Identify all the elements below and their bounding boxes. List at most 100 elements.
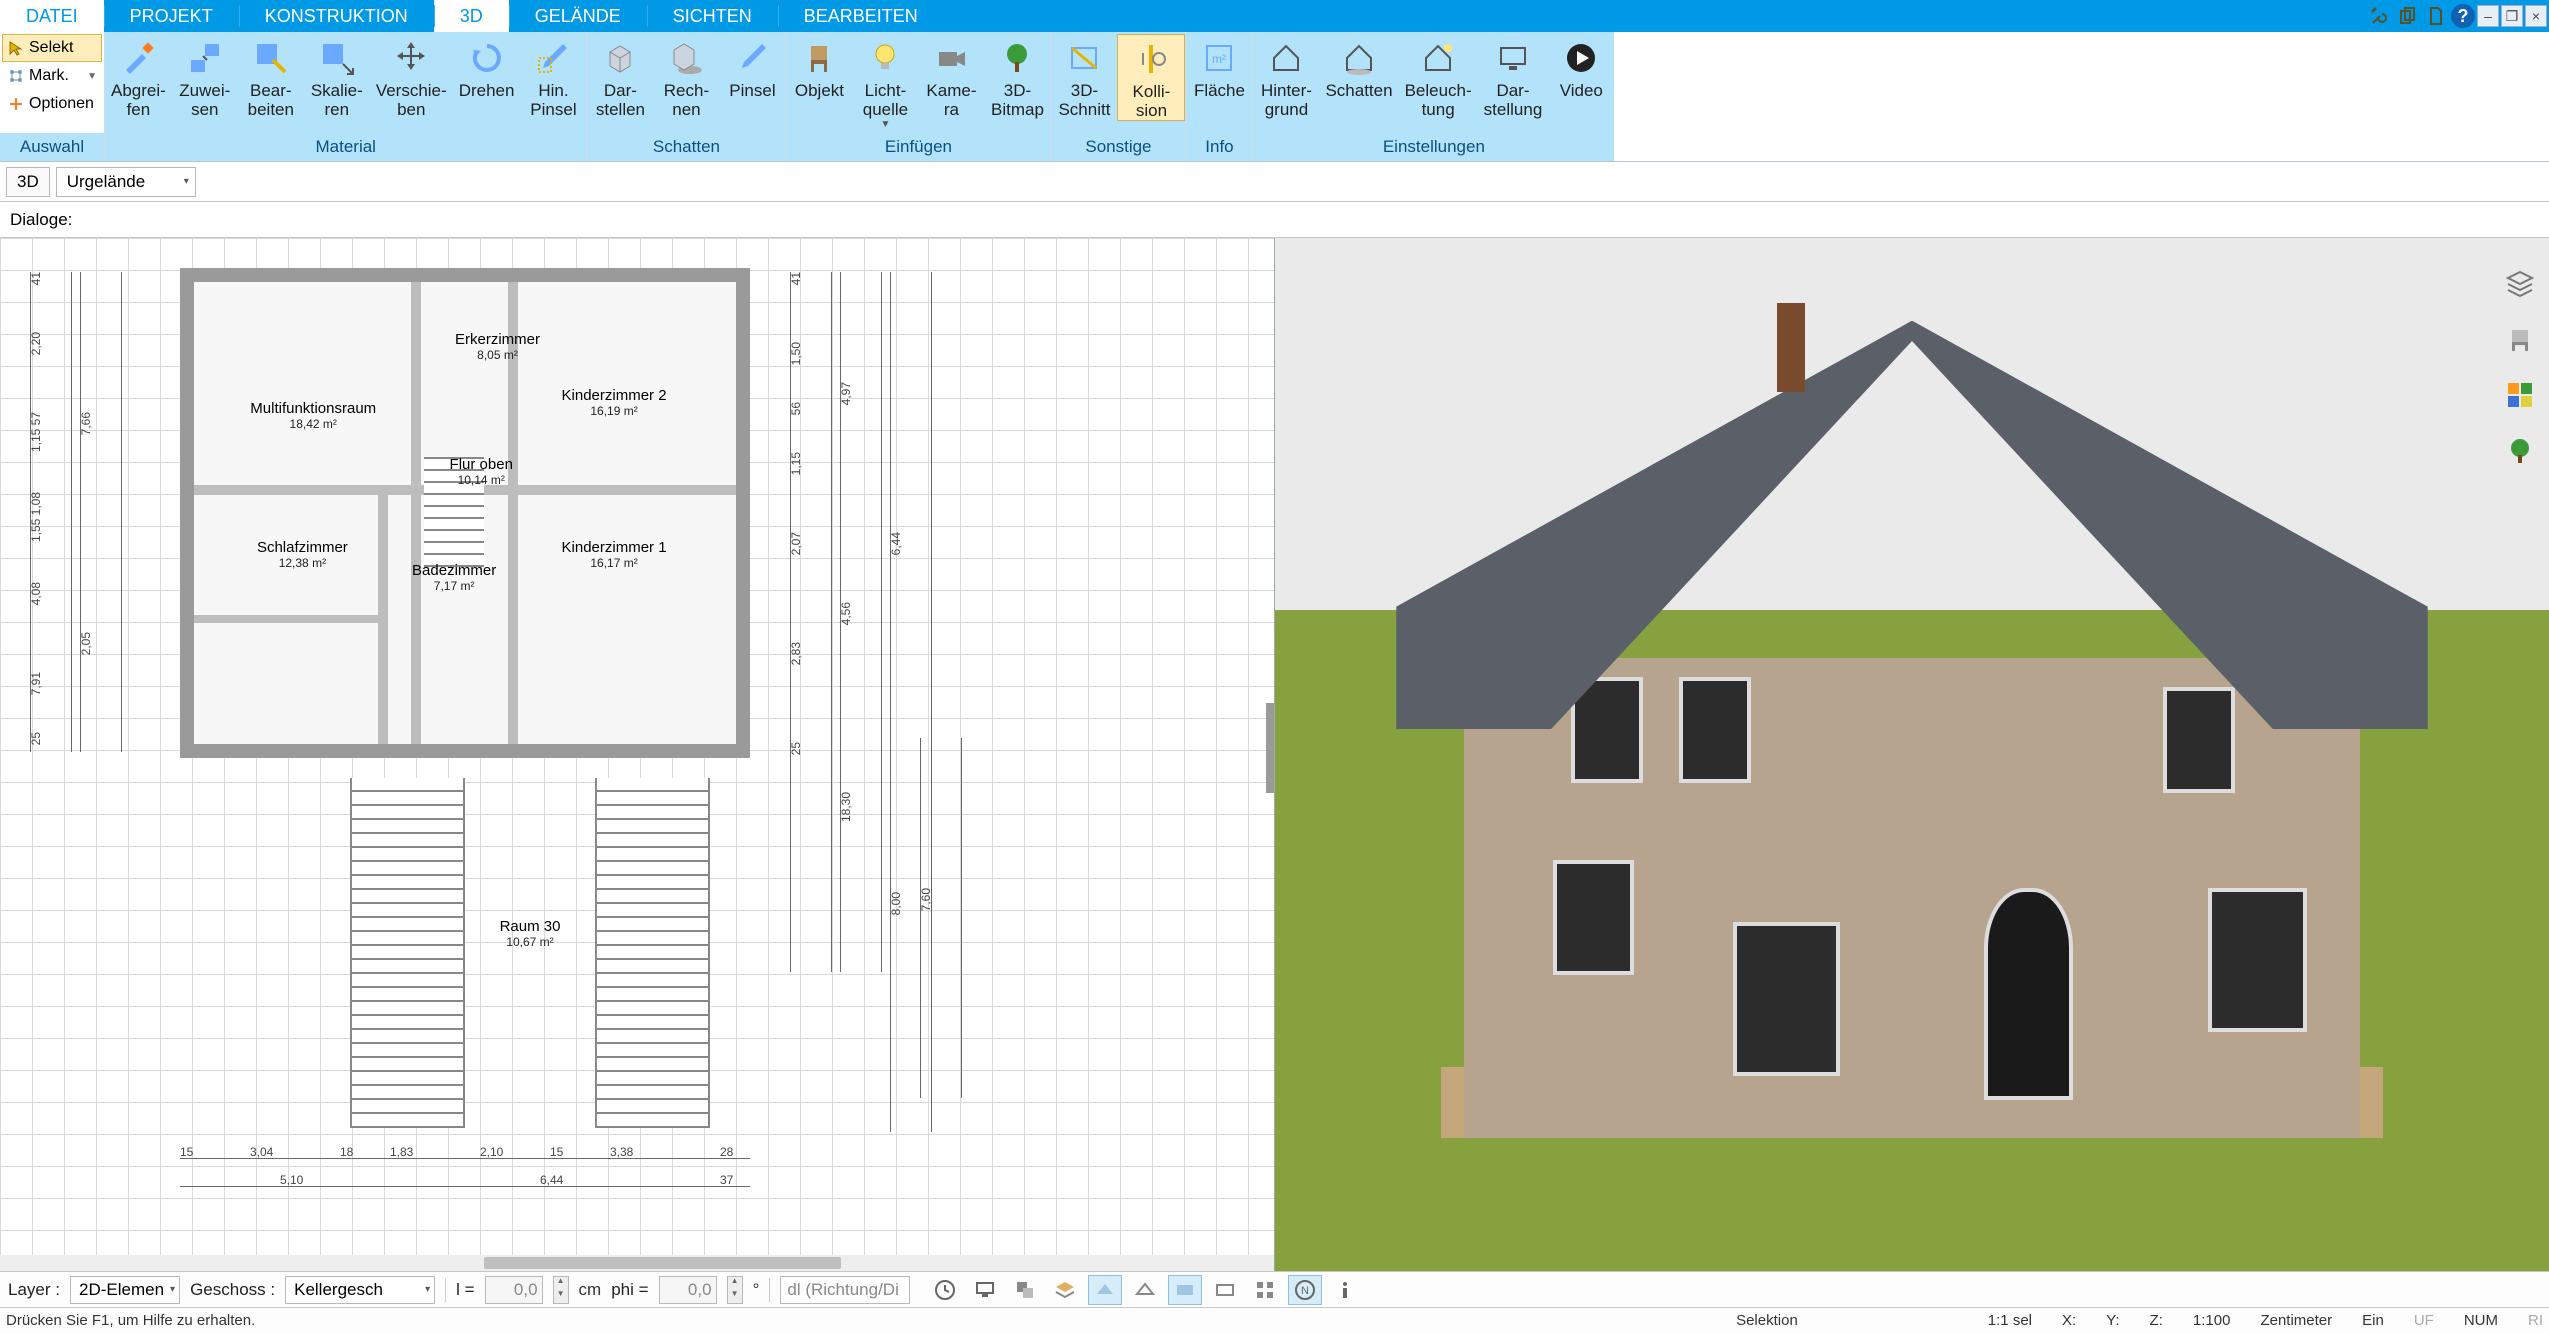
monitor2-icon[interactable] [968,1275,1002,1305]
group-schatten: Dar- stellen Rech- nen Pinsel Schatten [586,32,785,161]
pane-2d[interactable]: 41 2,20 1,15 57 1,55 1,08 4,08 7,91 25 7… [0,238,1275,1271]
l-input[interactable]: 0,0 [485,1276,543,1304]
phi-spinner[interactable]: ▲▼ [727,1276,743,1304]
lbl-abgreifen: Abgrei- fen [111,82,166,119]
plane3-icon[interactable] [1168,1275,1202,1305]
layers-icon[interactable] [2501,264,2539,302]
selekt-button[interactable]: Selekt [2,34,102,62]
chevron-down-icon: ▾ [184,176,189,187]
geschoss-combo[interactable]: Kellergesch▾ [285,1276,435,1304]
colors-icon[interactable] [2501,376,2539,414]
rbtn-darstellen[interactable]: Dar- stellen [587,34,653,119]
rbtn-schatten2[interactable]: Schatten [1319,34,1398,101]
plane1-icon[interactable] [1088,1275,1122,1305]
dim-row-bottom2: 5,10 6,44 37 [180,1186,750,1226]
play-icon [1554,36,1608,80]
rbtn-drehen[interactable]: Drehen [453,34,521,101]
tab-gelaende[interactable]: GELÄNDE [509,0,647,32]
tab-datei[interactable]: DATEI [0,0,104,32]
terrain-combo[interactable]: Urgelände ▾ [56,167,196,197]
help-icon[interactable]: ? [2451,4,2475,28]
svg-text:N: N [1301,1285,1309,1297]
window-upper-left2 [1679,677,1751,783]
dl-input[interactable]: dl (Richtung/Di [780,1276,910,1304]
rbtn-pinsel[interactable]: Pinsel [719,34,785,101]
furniture-icon[interactable] [2501,320,2539,358]
tools-icon[interactable] [2367,3,2393,29]
grouplbl-sonstige[interactable]: Sonstige [1051,133,1185,161]
floor-plan[interactable]: Erkerzimmer8,05 m²Kinderzimmer 216,19 m²… [180,268,750,758]
tree3d-icon[interactable] [2501,432,2539,470]
grid-icon[interactable] [1248,1275,1282,1305]
north-icon[interactable]: N [1288,1275,1322,1305]
scroll-thumb[interactable] [484,1257,841,1269]
layers2-icon[interactable] [1048,1275,1082,1305]
rbtn-video[interactable]: Video [1548,34,1614,101]
status-ein: Ein [2362,1312,2384,1329]
rbtn-hinpinsel[interactable]: Hin. Pinsel [520,34,586,119]
grouplbl-material[interactable]: Material [105,133,586,161]
lbl-kollision: Kolli- sion [1133,83,1171,120]
rbtn-flaeche[interactable]: m²Fläche [1186,34,1252,101]
lbl-drehen: Drehen [459,82,515,101]
rbtn-verschieben[interactable]: Verschie- ben [370,34,453,119]
status-uf: UF [2414,1312,2434,1329]
grouplbl-info[interactable]: Info [1186,133,1252,161]
plane2-icon[interactable] [1128,1275,1162,1305]
view-3d-pill[interactable]: 3D [6,167,50,197]
rbtn-zuweisen[interactable]: Zuwei- sen [172,34,238,119]
rbtn-hintergrund[interactable]: Hinter- grund [1253,34,1319,119]
copy-icon[interactable] [2395,3,2421,29]
rbtn-3dbitmap[interactable]: 3D- Bitmap [984,34,1050,119]
rbtn-3dschnitt[interactable]: 3D- Schnitt [1051,34,1117,119]
rbtn-lichtquelle[interactable]: Licht- quelle▼ [852,34,918,130]
rbtn-bearbeiten[interactable]: Bear- beiten [238,34,304,119]
doc-icon[interactable] [2423,3,2449,29]
tab-sichten[interactable]: SICHTEN [647,0,778,32]
window-minimize-icon[interactable]: – [2477,5,2499,27]
tab-konstruktion[interactable]: KONSTRUKTION [239,0,434,32]
lbl-flaeche: Fläche [1194,82,1245,101]
rbtn-abgreifen[interactable]: Abgrei- fen [105,34,172,119]
room-raum30: Raum 30 10,67 m² [476,918,584,949]
status-num: NUM [2464,1312,2498,1329]
info-icon[interactable] [1328,1275,1362,1305]
tab-3d[interactable]: 3D [434,0,509,32]
group-auswahl[interactable]: Auswahl [0,133,104,161]
bottom-icons: N [928,1275,1362,1305]
status-bar: Drücken Sie F1, um Hilfe zu erhalten. Se… [0,1307,2549,1333]
optionen-button[interactable]: Optionen [2,90,102,118]
rbtn-skalieren[interactable]: Skalie- ren [304,34,370,119]
mark-button[interactable]: Mark. ▼ [2,62,102,90]
plane4-icon[interactable] [1208,1275,1242,1305]
pane-3d[interactable] [1275,238,2549,1271]
cube-icon [593,36,647,80]
entrance-door [1984,888,2074,1099]
window-restore-icon[interactable]: ❐ [2501,5,2523,27]
layer-combo[interactable]: 2D-Elemen▾ [70,1276,180,1304]
rbtn-darstellung[interactable]: Dar- stellung [1478,34,1549,119]
horizontal-scrollbar[interactable] [0,1255,1274,1271]
rbtn-kamera[interactable]: Kame- ra [918,34,984,119]
dialoge-label: Dialoge: [10,210,72,230]
clock-icon[interactable] [928,1275,962,1305]
camera-icon [924,36,978,80]
l-unit: cm [579,1280,602,1300]
splitter-handle[interactable] [1266,703,1274,793]
tab-bearbeiten[interactable]: BEARBEITEN [778,0,944,32]
grouplbl-einstellungen[interactable]: Einstellungen [1253,133,1614,161]
rbtn-objekt[interactable]: Objekt [786,34,852,101]
tab-projekt[interactable]: PROJEKT [104,0,239,32]
rbtn-rechnen[interactable]: Rech- nen [653,34,719,119]
phi-input[interactable]: 0,0 [659,1276,717,1304]
stack-icon[interactable] [1008,1275,1042,1305]
rbtn-kollision[interactable]: Kolli- sion [1117,34,1185,121]
l-spinner[interactable]: ▲▼ [553,1276,569,1304]
grouplbl-schatten[interactable]: Schatten [587,133,785,161]
bulb-icon [858,36,912,80]
status-z: Z: [2150,1312,2163,1329]
grouplbl-einfuegen[interactable]: Einfügen [786,133,1050,161]
phi-unit: ° [753,1280,760,1300]
window-close-icon[interactable]: × [2525,5,2547,27]
rbtn-beleuchtung[interactable]: Beleuch- tung [1399,34,1478,119]
